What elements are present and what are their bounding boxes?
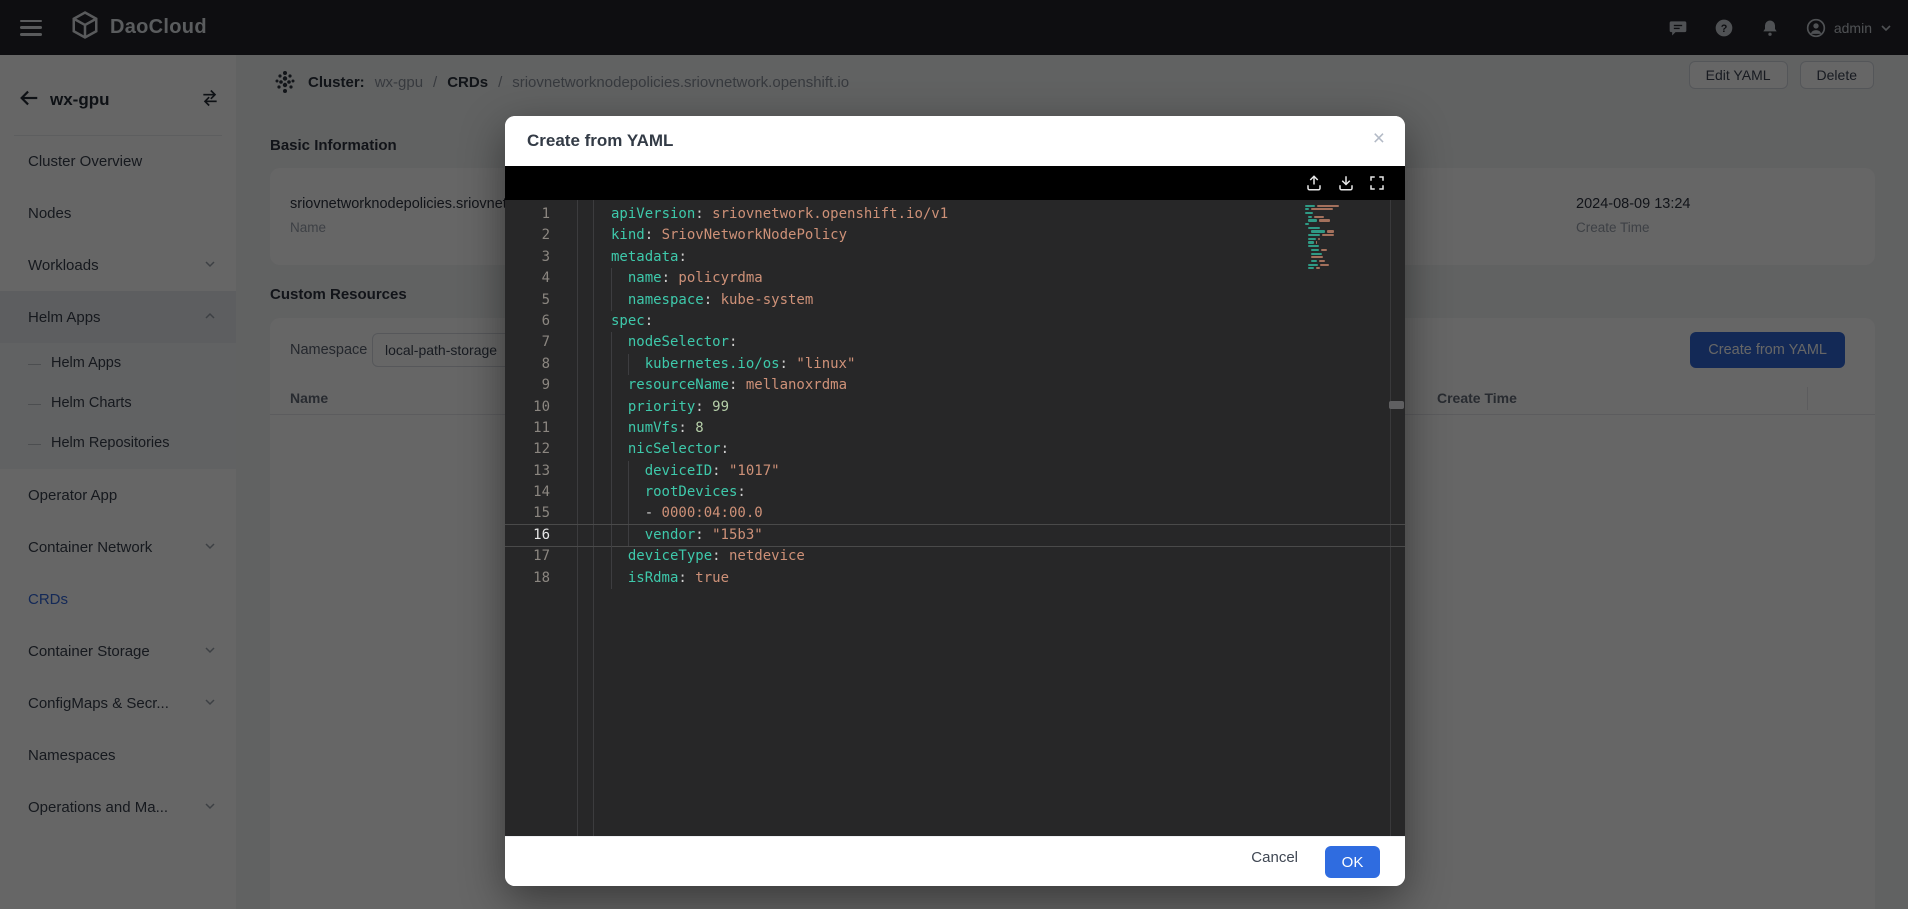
- line-number: 17: [505, 546, 550, 567]
- code-text: kubernetes.io/os: "linux": [611, 354, 855, 375]
- close-icon[interactable]: ×: [1373, 128, 1385, 149]
- code-line[interactable]: 15 - 0000:04:00.0: [505, 503, 1405, 524]
- code-line[interactable]: 11 numVfs: 8: [505, 418, 1405, 439]
- code-line[interactable]: 18 isRdma: true: [505, 568, 1405, 589]
- code-line[interactable]: 2 kind: SriovNetworkNodePolicy: [505, 225, 1405, 246]
- line-number: 16: [505, 525, 550, 546]
- code-line[interactable]: 4 name: policyrdma: [505, 268, 1405, 289]
- line-number: 14: [505, 482, 550, 503]
- minimap[interactable]: [1305, 204, 1345, 270]
- code-text: apiVersion: sriovnetwork.openshift.io/v1: [611, 204, 948, 225]
- code-text: vendor: "15b3": [611, 525, 763, 546]
- code-text: resourceName: mellanoxrdma: [611, 375, 847, 396]
- code-line[interactable]: 14 rootDevices:: [505, 482, 1405, 503]
- yaml-editor[interactable]: 1 apiVersion: sriovnetwork.openshift.io/v…: [505, 200, 1405, 836]
- line-number: 10: [505, 397, 550, 418]
- cancel-button[interactable]: Cancel: [1251, 849, 1298, 866]
- code-text: numVfs: 8: [611, 418, 704, 439]
- line-number: 1: [505, 204, 550, 225]
- code-text: isRdma: true: [611, 568, 729, 589]
- line-number: 6: [505, 311, 550, 332]
- line-number: 15: [505, 503, 550, 524]
- code-line[interactable]: 16 vendor: "15b3": [505, 525, 1405, 546]
- line-number: 8: [505, 354, 550, 375]
- code-text: deviceType: netdevice: [611, 546, 805, 567]
- editor-toolbar: [505, 166, 1405, 200]
- line-number: 3: [505, 247, 550, 268]
- line-number: 5: [505, 290, 550, 311]
- modal-footer: Cancel OK: [505, 836, 1405, 886]
- code-lines: 1 apiVersion: sriovnetwork.openshift.io/v…: [505, 204, 1405, 589]
- line-number: 4: [505, 268, 550, 289]
- code-line[interactable]: 7 nodeSelector:: [505, 332, 1405, 353]
- fullscreen-icon[interactable]: [1368, 174, 1386, 192]
- line-number: 9: [505, 375, 550, 396]
- app-root: DaoCloud ? admin: [0, 0, 1908, 909]
- minimap-line: [1305, 267, 1345, 271]
- line-number: 11: [505, 418, 550, 439]
- code-text: namespace: kube-system: [611, 290, 813, 311]
- code-line[interactable]: 6 spec:: [505, 311, 1405, 332]
- code-line[interactable]: 17 deviceType: netdevice: [505, 546, 1405, 567]
- line-number: 18: [505, 568, 550, 589]
- code-text: spec:: [611, 311, 653, 332]
- line-number: 2: [505, 225, 550, 246]
- modal-title: Create from YAML: [527, 131, 673, 151]
- code-text: deviceID: "1017": [611, 461, 780, 482]
- code-text: metadata:: [611, 247, 687, 268]
- code-line[interactable]: 12 nicSelector:: [505, 439, 1405, 460]
- code-text: nicSelector:: [611, 439, 729, 460]
- line-number: 13: [505, 461, 550, 482]
- code-line[interactable]: 10 priority: 99: [505, 397, 1405, 418]
- line-number: 12: [505, 439, 550, 460]
- code-line[interactable]: 13 deviceID: "1017": [505, 461, 1405, 482]
- code-line[interactable]: 5 namespace: kube-system: [505, 290, 1405, 311]
- line-number: 7: [505, 332, 550, 353]
- scrollbar-thumb[interactable]: [1389, 401, 1404, 409]
- code-line[interactable]: 1 apiVersion: sriovnetwork.openshift.io/v…: [505, 204, 1405, 225]
- code-text: - 0000:04:00.0: [611, 503, 763, 524]
- code-line[interactable]: 9 resourceName: mellanoxrdma: [505, 375, 1405, 396]
- create-from-yaml-modal: Create from YAML × 1 apiVersion: sriovnet…: [505, 116, 1405, 886]
- modal-header: Create from YAML ×: [505, 116, 1405, 166]
- code-text: name: policyrdma: [611, 268, 763, 289]
- code-line[interactable]: 3 metadata:: [505, 247, 1405, 268]
- code-text: rootDevices:: [611, 482, 746, 503]
- code-text: priority: 99: [611, 397, 729, 418]
- code-text: nodeSelector:: [611, 332, 737, 353]
- ok-button[interactable]: OK: [1325, 846, 1380, 878]
- upload-yaml-icon[interactable]: [1305, 174, 1323, 192]
- code-line[interactable]: 8 kubernetes.io/os: "linux": [505, 354, 1405, 375]
- code-text: kind: SriovNetworkNodePolicy: [611, 225, 847, 246]
- download-yaml-icon[interactable]: [1337, 174, 1355, 192]
